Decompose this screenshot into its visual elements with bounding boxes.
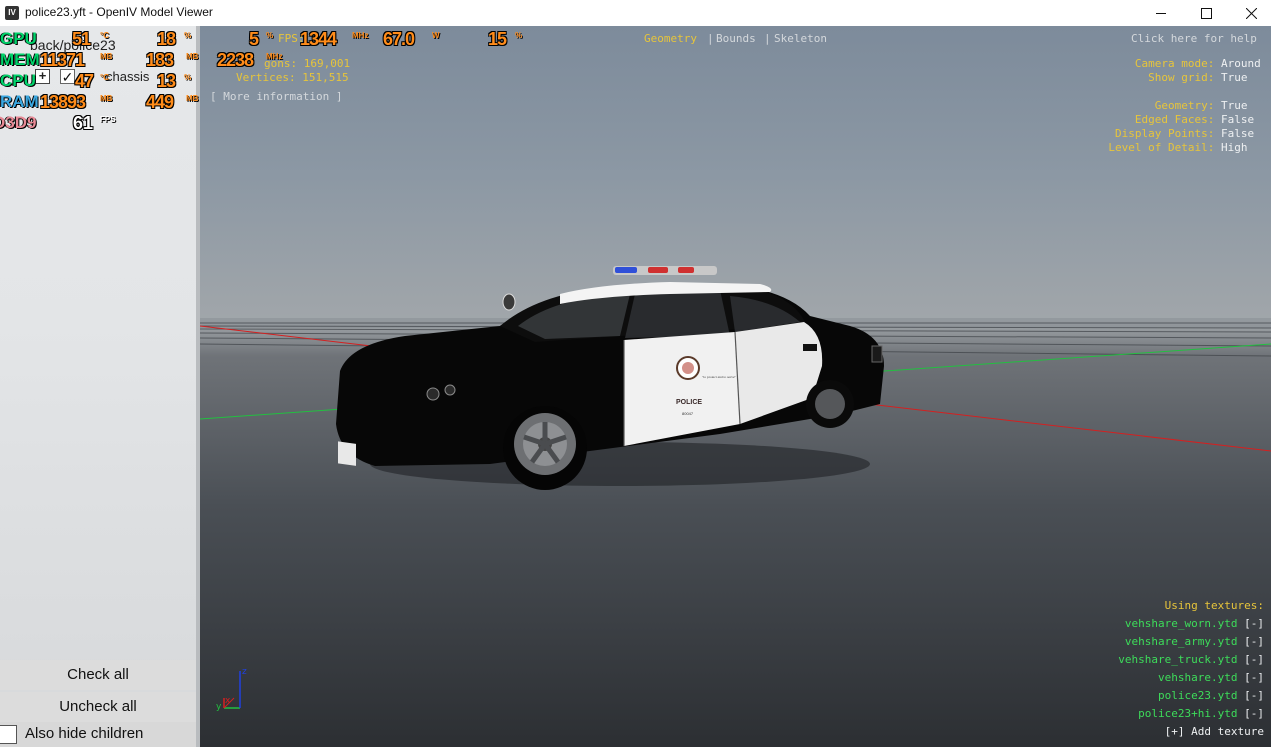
texture-item: police23+hi.ytd [-] [1138,707,1264,720]
tab-skeleton[interactable]: Skeleton [774,32,827,45]
overlay-mem-unit: MB [100,52,113,61]
texture-item: vehshare_truck.ytd [-] [1118,653,1264,666]
overlay-gpu-power: 67.0 [383,29,415,49]
overlay-d3d-label: D3D9 [0,113,37,132]
overlay-gpu-clock-unit: MHz [352,31,369,40]
texture-remove-toggle[interactable]: [-] [1244,617,1264,630]
car-unit-number: 80047 [682,411,694,416]
overlay-ram-value: 13893 [40,92,86,112]
also-hide-children-checkbox[interactable] [0,725,17,744]
texture-name[interactable]: vehshare_worn.ytd [1125,617,1238,630]
setting-level-of-detail[interactable]: Level of Detail: High [1108,141,1265,154]
overlay-mem-value2-unit: MB [186,52,199,61]
maximize-icon [1200,7,1212,19]
texture-item: police23.ytd [-] [1158,689,1264,702]
setting-display-points[interactable]: Display Points: False [1115,127,1265,140]
minimize-button[interactable] [1138,0,1184,26]
left-panel: back/police23 + ✓ chassis Check all Unch… [0,26,196,747]
tree-item-label: chassis [106,69,150,84]
check-all-button[interactable]: Check all [0,660,196,690]
overlay-gpu-load-unit: % [184,31,192,40]
overlay-ram-value2: 449 [146,92,174,112]
using-textures-label: Using textures: [1164,599,1264,612]
setting-geometry[interactable]: Geometry: True [1155,99,1265,112]
add-texture-button[interactable]: [+] Add texture [1165,725,1264,738]
overlay-gpu2-v1: 5 [249,29,259,49]
setting-camera-mode[interactable]: Camera mode: Around [1135,57,1265,70]
overlay-gpu2-v4-unit: % [515,31,523,40]
uncheck-all-button[interactable]: Uncheck all [0,692,196,722]
overlay-gpu-temp: 51 [72,29,91,49]
texture-item: vehshare_army.ytd [-] [1125,635,1264,648]
texture-remove-toggle[interactable]: [-] [1244,635,1264,648]
overlay-gpu-load: 18 [157,29,176,49]
overlay-fps-value: 61 [73,113,94,133]
overlay-cpu-temp: 47 [75,71,94,91]
texture-remove-toggle[interactable]: [-] [1244,689,1264,702]
texture-name[interactable]: vehshare_army.ytd [1125,635,1238,648]
overlay-mem-value: 11371 [40,50,85,70]
help-link[interactable]: Click here for help [1131,32,1257,45]
title-bar: IV police23.yft - OpenIV Model Viewer [0,0,1271,26]
tab-separator: | [707,32,714,45]
tab-separator-2: | [764,32,771,45]
also-hide-children-label: Also hide children [25,725,144,742]
overlay-mem-clock-unit: MHz [266,52,283,61]
car-police-text: POLICE [676,399,702,406]
openiv-app-icon: IV [5,6,19,20]
overlay-mem-clock: 2238 [217,50,254,70]
overlay-ram-unit: MB [100,94,113,103]
overlay-gpu2-v1-unit: % [266,31,274,40]
minimize-icon [1156,13,1166,14]
tab-geometry[interactable]: Geometry [644,32,697,45]
model-viewport[interactable]: POLICE "to protect and to serve" 80047 z… [200,26,1271,747]
car-motto-text: "to protect and to serve" [702,375,737,379]
texture-remove-toggle[interactable]: [-] [1244,653,1264,666]
texture-name[interactable]: vehshare_truck.ytd [1118,653,1237,666]
tree-item-checkbox[interactable]: ✓ [60,69,75,84]
texture-name[interactable]: vehshare.ytd [1158,671,1237,684]
texture-item: vehshare.ytd [-] [1158,671,1264,684]
texture-remove-toggle[interactable]: [-] [1244,707,1264,720]
texture-remove-toggle[interactable]: [-] [1244,671,1264,684]
window-title: police23.yft - OpenIV Model Viewer [25,5,213,19]
texture-name[interactable]: police23.ytd [1158,689,1237,702]
overlay-gpu2-v4: 15 [488,29,507,49]
tab-bounds[interactable]: Bounds [716,32,756,45]
setting-edged-faces[interactable]: Edged Faces: False [1135,113,1265,126]
axis-x-label: x [225,696,231,706]
also-hide-children-row[interactable]: Also hide children [0,722,196,747]
vertex-count: Vertices: 151,515 [236,71,349,84]
tree-expand-toggle[interactable]: + [35,69,50,84]
close-button[interactable] [1228,0,1271,26]
overlay-cpu-label: CPU [0,71,36,90]
overlay-mem-label: MEM [0,50,40,69]
axis-gizmo: z x y [216,667,247,712]
police-car-model: POLICE "to protect and to serve" 80047 [336,266,884,490]
overlay-cpu-load-unit: % [184,73,192,82]
setting-show-grid[interactable]: Show grid: True [1148,71,1265,84]
overlay-gpu-label: GPU [0,29,37,48]
overlay-ram-label: RAM [0,92,39,111]
overlay-cpu-temp-unit: °C [100,73,109,82]
axis-y-label: y [216,702,222,712]
overlay-fps-unit: FPS [100,115,116,124]
texture-item: vehshare_worn.ytd [-] [1125,617,1264,630]
overlay-gpu-clock: 1344 [300,29,337,49]
overlay-gpu-temp-unit: °C [100,31,109,40]
overlay-mem-value2: 183 [146,50,174,70]
more-information-link[interactable]: [ More information ] [210,90,342,103]
close-icon [1245,7,1257,19]
overlay-gpu-power-unit: W [432,31,440,40]
maximize-button[interactable] [1183,0,1229,26]
texture-name[interactable]: police23+hi.ytd [1138,707,1237,720]
overlay-ram-value2-unit: MB [186,94,199,103]
axis-z-label: z [242,667,247,677]
overlay-cpu-load: 13 [157,71,176,91]
scene-render: POLICE "to protect and to serve" 80047 z… [200,266,1271,712]
